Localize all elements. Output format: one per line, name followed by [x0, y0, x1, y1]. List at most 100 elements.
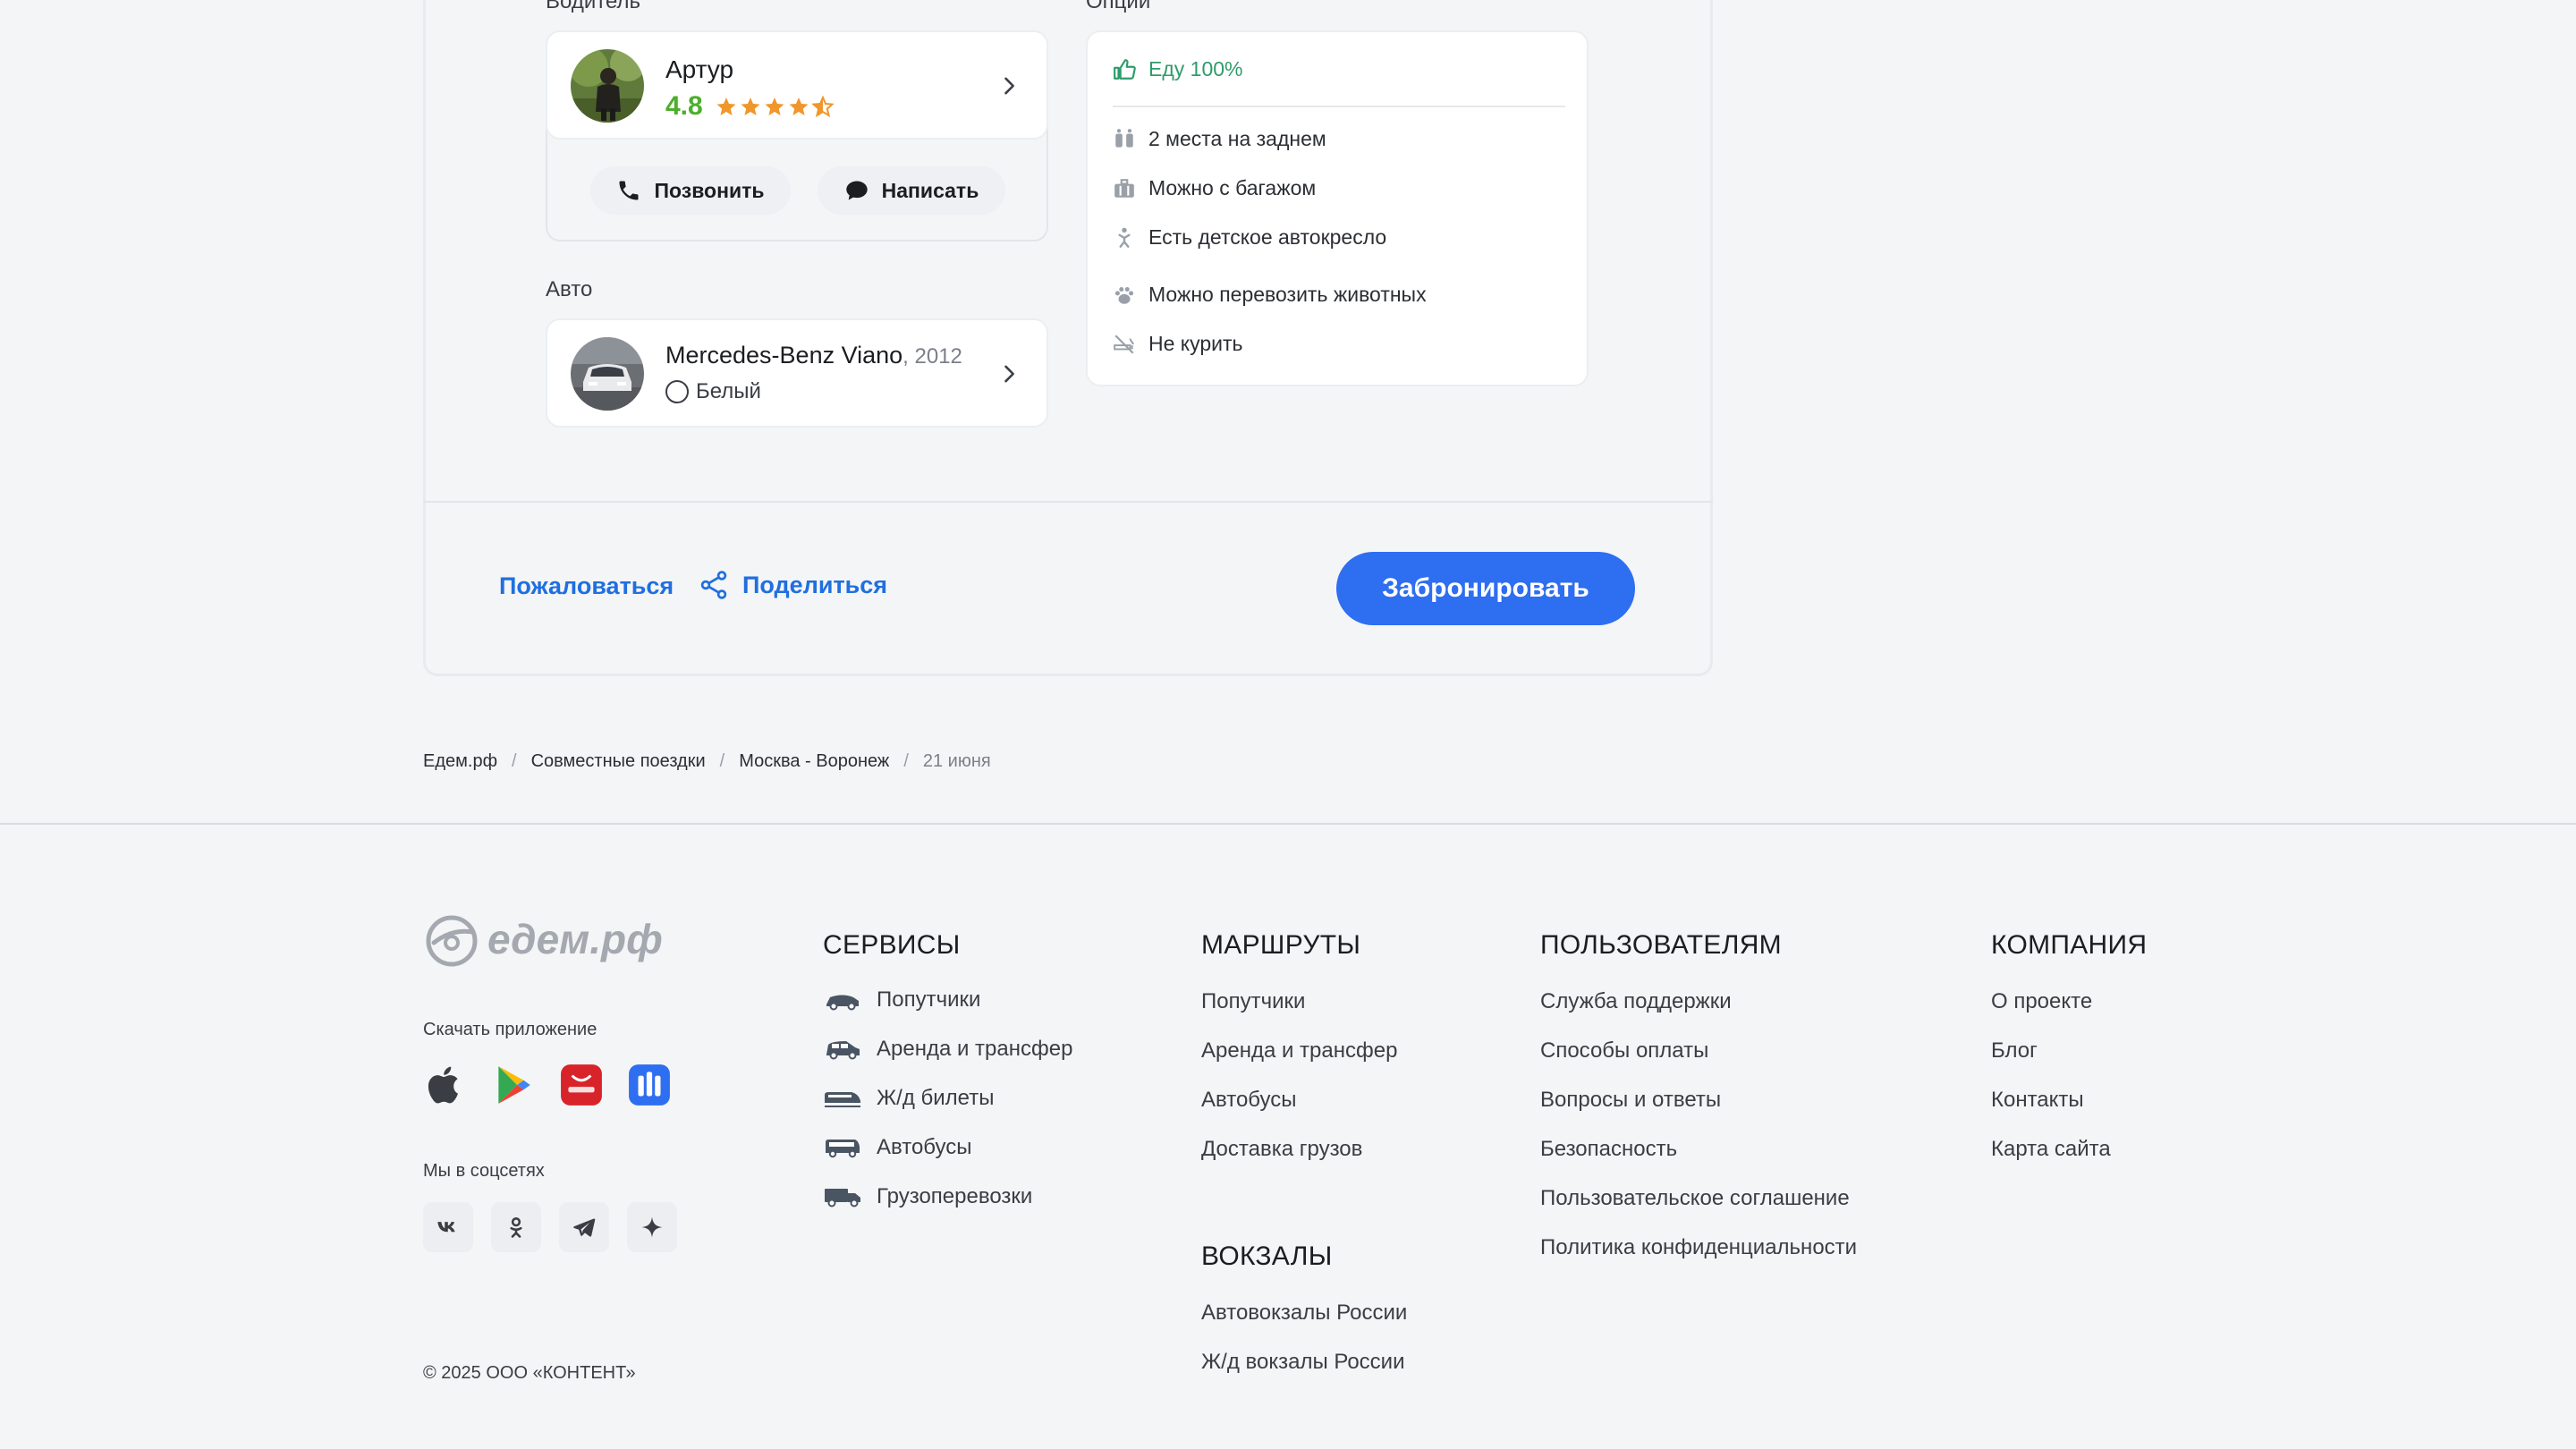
company-title: КОМПАНИЯ [1991, 930, 2148, 960]
google-play-icon[interactable] [491, 1063, 536, 1107]
company-link[interactable]: Карта сайта [1991, 1137, 2111, 1162]
share-link-label: Поделиться [742, 571, 888, 598]
call-button-label: Позвонить [654, 178, 765, 202]
minivan-icon [826, 1041, 860, 1060]
book-button[interactable]: Забронировать [1336, 552, 1635, 625]
users-link[interactable]: Способы оплаты [1540, 1038, 1857, 1063]
app-store-links [423, 1063, 672, 1107]
service-link-label: Аренда и трансфер [877, 1037, 1073, 1061]
star-half-icon [811, 96, 834, 117]
vk-button[interactable] [423, 1202, 473, 1252]
breadcrumb-item[interactable]: Едем.рф [423, 751, 497, 772]
vk-icon [437, 1222, 455, 1233]
car-title: Mercedes-Benz Viano, 2012 [665, 342, 962, 369]
breadcrumb: Едем.рф / Совместные поездки / Москва - … [423, 751, 991, 772]
service-link[interactable]: Автобусы [823, 1135, 1072, 1160]
no-smoking-icon [1114, 334, 1134, 354]
route-link[interactable]: Доставка грузов [1201, 1137, 1397, 1162]
share-icon [700, 571, 727, 599]
car-card[interactable]: Mercedes-Benz Viano, 2012 Белый [546, 318, 1048, 428]
rustore-icon[interactable] [627, 1063, 672, 1107]
users-link[interactable]: Безопасность [1540, 1137, 1857, 1162]
odnoklassniki-icon [510, 1217, 522, 1238]
users-title: ПОЛЬЗОВАТЕЛЯМ [1540, 930, 1782, 960]
breadcrumb-separator: / [903, 751, 909, 771]
users-link[interactable]: Пользовательское соглашение [1540, 1186, 1857, 1211]
telegram-button[interactable] [559, 1202, 609, 1252]
telegram-icon [573, 1218, 596, 1237]
option-label: 2 места на заднем [1148, 127, 1326, 150]
social-links [423, 1202, 677, 1252]
luggage-icon [1114, 178, 1134, 198]
logo-icon [426, 915, 478, 967]
download-app-label: Скачать приложение [423, 1020, 597, 1039]
options-card: Еду 100% 2 места на заднем Можно с багаж… [1086, 30, 1589, 386]
route-link[interactable]: Автобусы [1201, 1088, 1397, 1113]
footer-divider [0, 823, 2576, 825]
star-icon [741, 97, 760, 115]
driver-card[interactable]: Артур 4.8 [546, 30, 1048, 140]
users-link[interactable]: Служба поддержки [1540, 989, 1857, 1014]
rating-stars [716, 96, 834, 117]
bus-icon [826, 1140, 860, 1158]
apple-icon[interactable] [423, 1063, 468, 1107]
logo-text: едем.рф [487, 916, 663, 962]
stations-list: Автовокзалы России Ж/д вокзалы России [1201, 1301, 1407, 1375]
complain-link[interactable]: Пожаловаться [499, 572, 674, 600]
station-link[interactable]: Автовокзалы России [1201, 1301, 1407, 1326]
option-highlight-label: Еду 100% [1148, 57, 1243, 80]
users-link[interactable]: Политика конфиденциальности [1540, 1235, 1857, 1260]
call-button[interactable]: Позвонить [590, 166, 791, 215]
users-link[interactable]: Вопросы и ответы [1540, 1088, 1857, 1113]
service-link[interactable]: Грузоперевозки [823, 1184, 1072, 1209]
breadcrumb-separator: / [512, 751, 517, 771]
driver-name: Артур [665, 55, 734, 83]
driver-section-label: Водитель [546, 0, 641, 13]
service-link[interactable]: Ж/д билеты [823, 1086, 1072, 1111]
route-link[interactable]: Аренда и трансфер [1201, 1038, 1397, 1063]
paw-icon [1114, 286, 1134, 304]
options-divider [1113, 106, 1565, 107]
station-link[interactable]: Ж/д вокзалы России [1201, 1350, 1407, 1375]
color-swatch [665, 380, 689, 403]
company-link[interactable]: Контакты [1991, 1088, 2111, 1113]
sparkle-button[interactable] [627, 1202, 677, 1252]
option-highlight: Еду 100% [1113, 57, 1242, 81]
truck-icon [825, 1189, 860, 1208]
stations-title: ВОКЗАЛЫ [1201, 1241, 1333, 1271]
sparkle-icon [641, 1216, 663, 1238]
star-icon [789, 97, 809, 115]
car-photo [571, 337, 644, 411]
service-link[interactable]: Аренда и трансфер [823, 1037, 1072, 1062]
service-link-label: Грузоперевозки [877, 1184, 1033, 1208]
odnoklassniki-button[interactable] [491, 1202, 541, 1252]
breadcrumb-separator: / [719, 751, 725, 771]
chat-bubble-icon [845, 181, 868, 200]
car-color-label: Белый [696, 379, 761, 403]
message-button[interactable]: Написать [818, 166, 1005, 215]
footer-logo[interactable]: едем.рф [423, 911, 663, 968]
route-link[interactable]: Попутчики [1201, 989, 1397, 1014]
company-link[interactable]: Блог [1991, 1038, 2111, 1063]
option-item: Не курить [1113, 332, 1243, 356]
breadcrumb-item[interactable]: Москва - Воронеж [739, 751, 889, 772]
star-icon [765, 97, 784, 115]
option-item: Можно перевозить животных [1113, 283, 1427, 307]
breadcrumb-item[interactable]: Совместные поездки [531, 751, 706, 772]
routes-list: Попутчики Аренда и трансфер Автобусы Дос… [1201, 989, 1397, 1162]
copyright: © 2025 ООО «КОНТЕНТ» [423, 1363, 636, 1383]
routes-title: МАРШРУТЫ [1201, 930, 1361, 960]
share-link[interactable]: Поделиться [698, 569, 887, 601]
huawei-appgallery-icon[interactable] [559, 1063, 604, 1107]
option-item: Можно с багажом [1113, 176, 1316, 200]
service-link-label: Ж/д билеты [877, 1086, 995, 1110]
chevron-right-icon [996, 73, 1021, 103]
service-link[interactable]: Попутчики [823, 987, 1072, 1013]
car-section-label: Авто [546, 277, 593, 301]
car-color: Белый [665, 379, 761, 404]
service-link-label: Автобусы [877, 1135, 972, 1159]
message-button-label: Написать [881, 178, 979, 202]
company-link[interactable]: О проекте [1991, 989, 2111, 1014]
social-label: Мы в соцсетях [423, 1161, 545, 1181]
rating-value: 4.8 [665, 91, 703, 121]
